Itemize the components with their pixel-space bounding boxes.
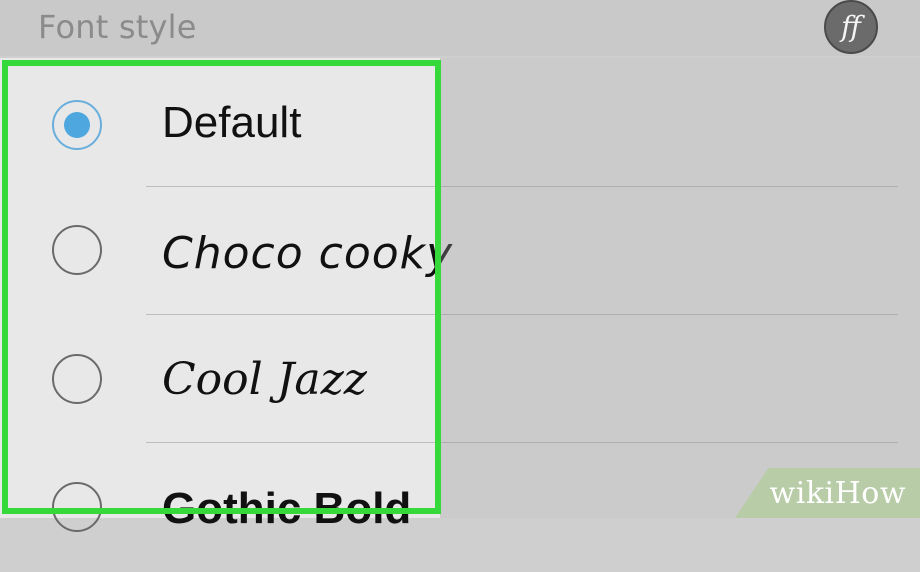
watermark-text: wikiHow [769,475,906,511]
dialog-header: Font style ff [0,0,920,56]
font-style-list: Default Choco cooky Cool Jazz Gothic Bol… [0,58,920,533]
font-option-label: Choco cooky [162,228,454,279]
font-option-default[interactable]: Default [0,60,920,188]
radio-button[interactable] [52,225,102,275]
font-option-label: Default [162,98,302,147]
radio-button-selected[interactable] [52,100,102,150]
divider [146,186,898,187]
font-option-cool-jazz[interactable]: Cool Jazz [0,316,920,444]
font-option-label: Cool Jazz [162,354,367,405]
divider [146,442,898,443]
header-title: Font style [38,8,197,46]
radio-button[interactable] [52,482,102,532]
radio-dot-icon [64,112,90,138]
font-option-label: Gothic Bold [162,484,412,533]
radio-button[interactable] [52,354,102,404]
font-ff-icon[interactable]: ff [824,0,878,54]
font-option-choco-cooky[interactable]: Choco cooky [0,188,920,316]
divider [146,314,898,315]
